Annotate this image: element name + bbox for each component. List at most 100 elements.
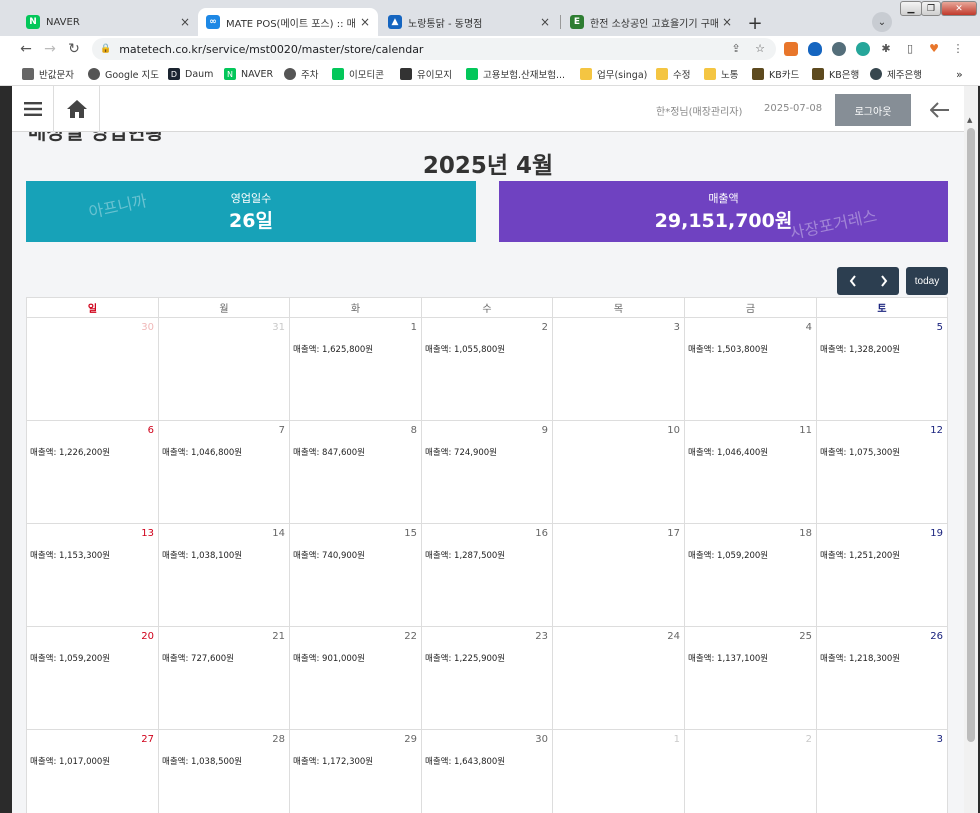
calendar-day-cell[interactable]: 8 매출액: 847,600원 xyxy=(290,421,422,524)
forward-arrow-icon[interactable]: → xyxy=(40,39,60,59)
extension-wheel-icon[interactable] xyxy=(856,42,870,56)
sales-prefix: 매출액: xyxy=(30,757,60,767)
sales-prefix: 매출액: xyxy=(162,551,192,561)
close-tab-icon[interactable]: × xyxy=(722,15,732,29)
bookmark-folder[interactable]: 업무(singa) xyxy=(580,67,647,81)
calendar-day-cell[interactable]: 15 매출액: 740,900원 xyxy=(290,524,422,627)
extension-globe-icon[interactable] xyxy=(832,42,846,56)
calendar-day-cell[interactable]: 5 매출액: 1,328,200원 xyxy=(817,318,948,421)
star-bookmark-icon[interactable]: ☆ xyxy=(752,40,768,56)
calendar-day-cell[interactable]: 30 매출액: 1,643,800원 xyxy=(422,730,553,813)
bookmark-folder[interactable]: 노통 xyxy=(704,67,738,81)
browser-tab-naver[interactable]: N NAVER × xyxy=(18,8,198,36)
calendar-day-cell[interactable]: 4 매출액: 1,503,800원 xyxy=(685,318,817,421)
scrollbar-thumb[interactable] xyxy=(967,128,975,742)
bookmark-item[interactable]: 고용보험.산재보험... xyxy=(466,67,565,81)
sales-amount: 727,600원 xyxy=(191,654,235,664)
calendar-day-cell[interactable]: 18 매출액: 1,059,200원 xyxy=(685,524,817,627)
hamburger-menu-icon[interactable] xyxy=(12,86,54,132)
calendar-day-cell[interactable]: 11 매출액: 1,046,400원 xyxy=(685,421,817,524)
calendar-day-cell[interactable]: 7 매출액: 1,046,800원 xyxy=(159,421,290,524)
day-number: 1 xyxy=(673,734,680,745)
bookmark-item[interactable]: 이모티콘 xyxy=(332,67,384,81)
tab-search-chevron-icon[interactable]: ⌄ xyxy=(872,12,892,32)
extension-shield-icon[interactable] xyxy=(808,42,822,56)
browser-tab-norang[interactable]: ▲ 노랑통닭 - 동명점 × xyxy=(380,8,558,36)
share-icon[interactable]: ⇪ xyxy=(728,40,744,56)
calendar-day-cell[interactable]: 1 xyxy=(553,730,685,813)
logout-button[interactable]: 로그아웃 xyxy=(835,94,911,126)
day-number: 25 xyxy=(799,631,812,642)
bookmark-item[interactable]: 유이모지 xyxy=(400,67,452,81)
page-scrollbar[interactable]: ▲ xyxy=(964,86,978,813)
reload-icon[interactable]: ↻ xyxy=(64,39,84,59)
minimize-window-icon[interactable]: ▁ xyxy=(900,1,922,16)
calendar-day-cell[interactable]: 25 매출액: 1,137,100원 xyxy=(685,627,817,730)
calendar-day-cell[interactable]: 20 매출액: 1,059,200원 xyxy=(27,627,159,730)
bookmark-item[interactable]: D Daum xyxy=(168,67,213,81)
home-icon[interactable] xyxy=(54,86,100,132)
scroll-up-arrow-icon[interactable]: ▲ xyxy=(967,116,972,124)
calendar-day-cell[interactable]: 14 매출액: 1,038,100원 xyxy=(159,524,290,627)
calendar-day-cell[interactable]: 22 매출액: 901,000원 xyxy=(290,627,422,730)
calendar-day-cell[interactable]: 17 xyxy=(553,524,685,627)
back-arrow-icon[interactable] xyxy=(924,94,956,126)
bookmarks-overflow-icon[interactable]: » xyxy=(956,67,963,81)
extension-ai-icon[interactable] xyxy=(784,42,798,56)
maximize-window-icon[interactable]: ❐ xyxy=(921,1,941,16)
calendar-day-cell[interactable]: 2 매출액: 1,055,800원 xyxy=(422,318,553,421)
side-panel-icon[interactable]: ▯ xyxy=(902,40,918,56)
calendar-day-cell[interactable]: 16 매출액: 1,287,500원 xyxy=(422,524,553,627)
bookmark-item[interactable]: 제주은행 xyxy=(870,67,922,81)
prev-month-button[interactable] xyxy=(837,267,868,295)
calendar-day-cell[interactable]: 13 매출액: 1,153,300원 xyxy=(27,524,159,627)
bookmark-item[interactable]: 주차 xyxy=(284,67,318,81)
daily-sales: 매출액: 1,287,500원 xyxy=(425,549,505,561)
address-bar[interactable]: 🔒 matetech.co.kr/service/mst0020/master/… xyxy=(92,38,776,60)
bookmark-folder[interactable]: 수정 xyxy=(656,67,690,81)
calendar-day-cell[interactable]: 19 매출액: 1,251,200원 xyxy=(817,524,948,627)
back-arrow-icon[interactable]: ← xyxy=(16,39,36,59)
new-tab-button[interactable]: + xyxy=(744,12,766,34)
close-tab-icon[interactable]: × xyxy=(540,15,550,29)
close-tab-icon[interactable]: × xyxy=(180,15,190,29)
calendar-day-cell[interactable]: 26 매출액: 1,218,300원 xyxy=(817,627,948,730)
bookmark-item[interactable]: KB은행 xyxy=(812,67,859,81)
calendar-day-cell[interactable]: 31 xyxy=(159,318,290,421)
calendar-day-cell[interactable]: 3 xyxy=(817,730,948,813)
calendar-day-cell[interactable]: 24 xyxy=(553,627,685,730)
profile-heart-icon[interactable]: ♥ xyxy=(926,40,942,56)
business-days-card: 아프니까 영업일수 26일 xyxy=(26,181,476,242)
extensions-puzzle-icon[interactable]: ✱ xyxy=(878,40,894,56)
day-number: 27 xyxy=(141,734,154,745)
calendar-day-cell[interactable]: 12 매출액: 1,075,300원 xyxy=(817,421,948,524)
sales-amount: 1,017,000원 xyxy=(59,757,111,767)
calendar-day-cell[interactable]: 2 xyxy=(685,730,817,813)
bookmark-item[interactable]: Google 지도 xyxy=(88,67,159,81)
calendar-day-cell[interactable]: 3 xyxy=(553,318,685,421)
calendar-day-cell[interactable]: 30 xyxy=(27,318,159,421)
bookmark-item[interactable]: N NAVER xyxy=(224,67,273,81)
calendar-day-cell[interactable]: 29 매출액: 1,172,300원 xyxy=(290,730,422,813)
browser-tab-kepco[interactable]: E 한전 소상공인 고효율기기 구매지원 × xyxy=(562,8,740,36)
browser-tab-matepos[interactable]: ∞ MATE POS(메이트 포스) :: 매장관리 × xyxy=(198,8,378,36)
bookmark-item[interactable]: 반값문자 xyxy=(22,67,74,81)
close-tab-icon[interactable]: × xyxy=(360,15,370,29)
calendar-day-cell[interactable]: 21 매출액: 727,600원 xyxy=(159,627,290,730)
calendar-day-cell[interactable]: 9 매출액: 724,900원 xyxy=(422,421,553,524)
calendar-day-cell[interactable]: 1 매출액: 1,625,800원 xyxy=(290,318,422,421)
close-window-icon[interactable]: ✕ xyxy=(941,1,977,16)
calendar-day-cell[interactable]: 23 매출액: 1,225,900원 xyxy=(422,627,553,730)
sales-prefix: 매출액: xyxy=(293,551,323,561)
chevron-left-icon xyxy=(849,275,856,287)
calendar-day-cell[interactable]: 6 매출액: 1,226,200원 xyxy=(27,421,159,524)
calendar-day-cell[interactable]: 27 매출액: 1,017,000원 xyxy=(27,730,159,813)
bookmark-item[interactable]: KB카드 xyxy=(752,67,799,81)
calendar-day-cell[interactable]: 10 xyxy=(553,421,685,524)
bookmark-favicon-icon xyxy=(22,68,34,80)
today-button[interactable]: today xyxy=(906,267,948,295)
calendar-day-cell[interactable]: 28 매출액: 1,038,500원 xyxy=(159,730,290,813)
next-month-button[interactable] xyxy=(868,267,899,295)
sales-prefix: 매출액: xyxy=(162,757,192,767)
browser-menu-icon[interactable]: ⋮ xyxy=(950,40,966,56)
